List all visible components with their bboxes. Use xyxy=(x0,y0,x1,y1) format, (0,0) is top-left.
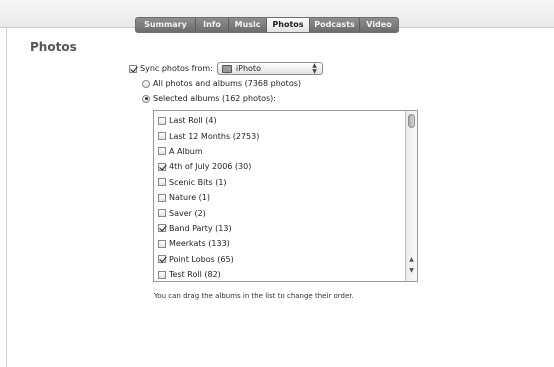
tab-strip: Summary Info Music Photos Podcasts Video xyxy=(135,17,399,33)
album-label: Nature (1) xyxy=(169,193,211,203)
album-item[interactable]: Saver (2) xyxy=(158,205,403,220)
itunes-sync-window: Summary Info Music Photos Podcasts Video… xyxy=(0,0,554,367)
album-checkbox[interactable] xyxy=(158,209,166,218)
album-label: Last 12 Months (2753) xyxy=(169,131,260,141)
album-list-scrollbar[interactable]: ▲ ▼ xyxy=(405,111,417,281)
tab-photos[interactable]: Photos xyxy=(267,18,310,32)
album-label: Point Lobos (65) xyxy=(169,254,234,264)
selected-albums-label: Selected albums (162 photos): xyxy=(153,94,276,103)
album-item[interactable]: Last 12 Months (2753) xyxy=(158,128,403,143)
scroll-thumb[interactable] xyxy=(408,114,415,128)
sync-photos-label: Sync photos from: xyxy=(140,64,213,73)
photo-source-value: iPhoto xyxy=(235,64,261,73)
album-checkbox[interactable] xyxy=(158,132,166,141)
album-item[interactable]: Test Roll (82) xyxy=(158,267,403,281)
tab-summary[interactable]: Summary xyxy=(136,18,196,32)
album-item[interactable]: Nature (1) xyxy=(158,190,403,205)
album-checkbox[interactable] xyxy=(158,270,166,279)
all-photos-option[interactable]: All photos and albums (7368 photos) xyxy=(142,79,301,88)
page-title: Photos xyxy=(30,40,77,54)
tab-podcasts[interactable]: Podcasts xyxy=(310,18,360,32)
scroll-up-arrow-icon[interactable]: ▲ xyxy=(407,256,416,263)
tab-video[interactable]: Video xyxy=(360,18,398,32)
album-checkbox[interactable] xyxy=(158,147,166,156)
album-item[interactable]: Last Roll (4) xyxy=(158,113,403,128)
album-list: Last Roll (4) Last 12 Months (2753) A Al… xyxy=(158,113,403,281)
album-label: Band Party (13) xyxy=(169,223,232,233)
tab-bar: Summary Info Music Photos Podcasts Video xyxy=(0,0,554,33)
album-checkbox[interactable] xyxy=(158,224,166,233)
album-checkbox[interactable] xyxy=(158,255,166,264)
album-label: 4th of July 2006 (30) xyxy=(169,162,252,172)
album-label: A Album xyxy=(169,146,203,156)
window-left-edge xyxy=(6,0,7,367)
selected-albums-option[interactable]: Selected albums (162 photos): xyxy=(142,94,276,103)
album-label: Saver (2) xyxy=(169,208,206,218)
album-item[interactable]: Band Party (13) xyxy=(158,221,403,236)
album-checkbox[interactable] xyxy=(158,162,166,171)
sync-photos-checkbox[interactable] xyxy=(129,64,137,73)
photo-source-select[interactable]: iPhoto ▲ ▼ xyxy=(216,62,323,75)
album-label: Meerkats (133) xyxy=(169,239,230,249)
album-item[interactable]: A Album xyxy=(158,144,403,159)
all-photos-label: All photos and albums (7368 photos) xyxy=(153,79,302,88)
album-label: Scenic Bits (1) xyxy=(169,177,227,187)
album-checkbox[interactable] xyxy=(158,116,166,125)
album-checkbox[interactable] xyxy=(158,193,166,202)
album-item[interactable]: 4th of July 2006 (30) xyxy=(158,159,403,174)
album-item[interactable]: Meerkats (133) xyxy=(158,236,403,251)
album-checkbox[interactable] xyxy=(158,178,166,187)
reorder-hint: You can drag the albums in the list to c… xyxy=(154,292,354,300)
select-arrows-icon: ▲ ▼ xyxy=(312,62,317,75)
sync-photos-row: Sync photos from: iPhoto ▲ ▼ xyxy=(129,62,323,75)
album-label: Test Roll (82) xyxy=(169,270,221,280)
all-photos-radio[interactable] xyxy=(142,79,150,88)
tab-info[interactable]: Info xyxy=(196,18,229,32)
iphoto-icon xyxy=(221,64,232,73)
album-checkbox[interactable] xyxy=(158,239,166,248)
tab-music[interactable]: Music xyxy=(229,18,267,32)
selected-albums-radio[interactable] xyxy=(142,94,150,103)
album-item[interactable]: Scenic Bits (1) xyxy=(158,175,403,190)
album-list-box: Last Roll (4) Last 12 Months (2753) A Al… xyxy=(153,110,418,282)
album-label: Last Roll (4) xyxy=(169,116,217,126)
album-item[interactable]: Point Lobos (65) xyxy=(158,252,403,267)
scroll-down-arrow-icon[interactable]: ▼ xyxy=(407,267,416,274)
